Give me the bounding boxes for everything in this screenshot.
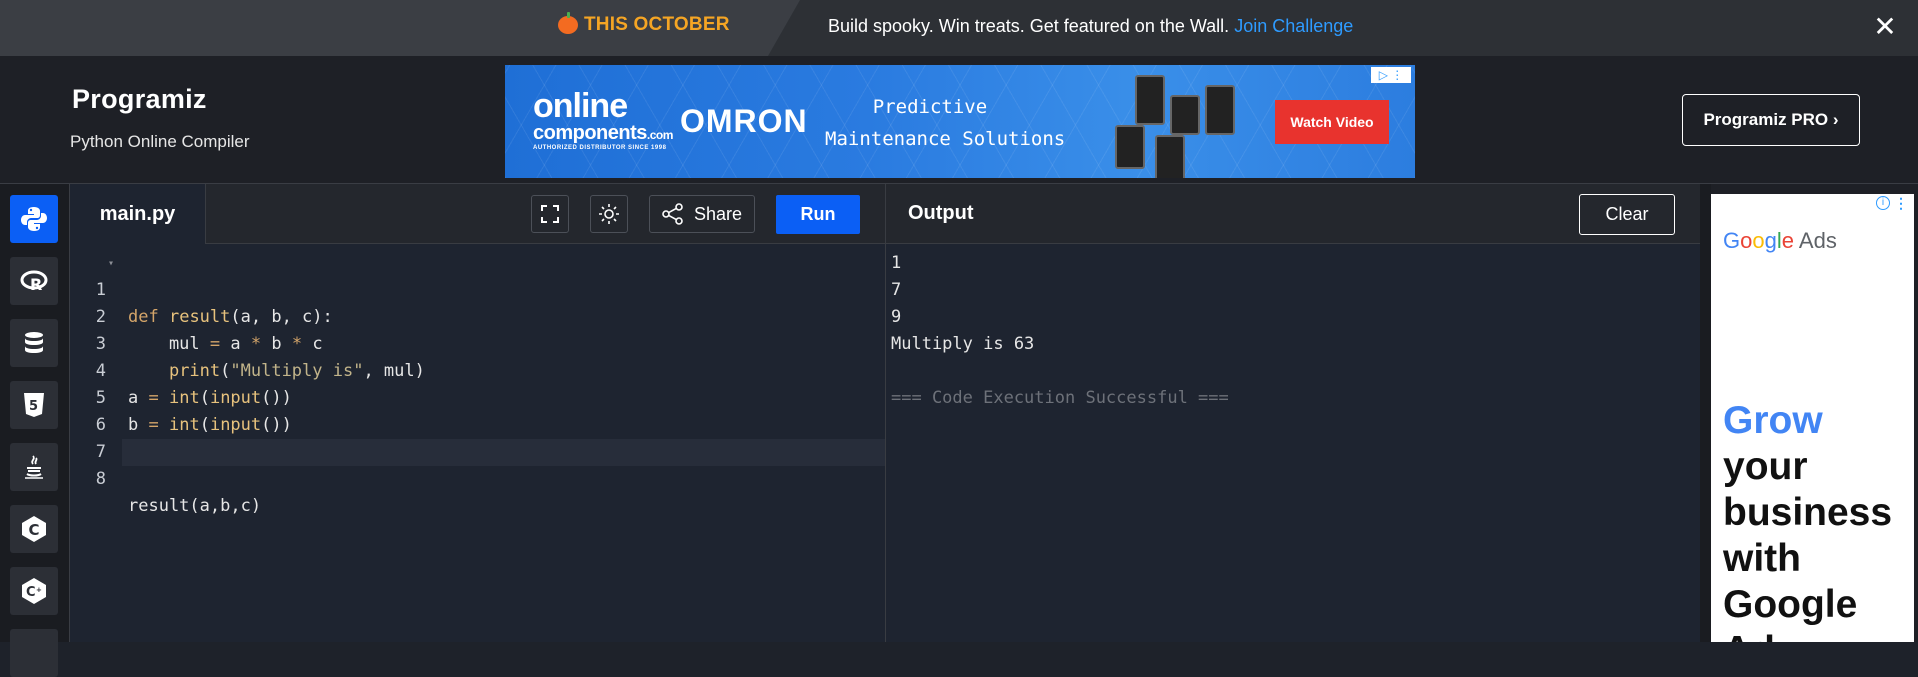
code-line: 2 mul = a * b * c bbox=[70, 277, 885, 354]
run-button[interactable]: Run bbox=[776, 195, 860, 234]
code-line: 7 bbox=[70, 412, 885, 462]
output-line: 1 bbox=[891, 253, 902, 273]
code-line-text: result(a,b,c) bbox=[128, 496, 262, 516]
file-tab-main[interactable]: main.py bbox=[70, 184, 206, 244]
fullscreen-button[interactable] bbox=[531, 195, 569, 233]
programiz-logo[interactable]: Programiz bbox=[72, 84, 207, 115]
join-challenge-link[interactable]: Join Challenge bbox=[1234, 16, 1353, 36]
google-ads-banner[interactable]: i ⋮ Google Ads Grow your business with G… bbox=[1711, 194, 1914, 642]
clear-button[interactable]: Clear bbox=[1579, 194, 1675, 235]
language-cpp[interactable]: C + bbox=[10, 567, 58, 615]
theme-toggle-button[interactable] bbox=[590, 195, 628, 233]
watch-video-button[interactable]: Watch Video bbox=[1275, 100, 1389, 144]
ad-headline-text: Grow your business with Google Ads bbox=[1723, 399, 1893, 642]
ad-headline: Predictive Maintenance Solutions bbox=[825, 96, 1066, 150]
language-more[interactable] bbox=[10, 629, 58, 677]
pumpkin-icon bbox=[558, 12, 578, 34]
onlinecomponents-logo: online components.com AUTHORIZED DISTRIB… bbox=[533, 87, 673, 151]
output-line: Multiply is 63 bbox=[891, 334, 1035, 354]
ad-product-image bbox=[1205, 85, 1235, 135]
share-icon bbox=[662, 203, 683, 225]
ad-gutter bbox=[1700, 184, 1711, 642]
fullscreen-icon bbox=[541, 205, 559, 223]
fold-arrow-icon[interactable]: ▾ bbox=[108, 250, 114, 277]
banner-promo: THIS OCTOBER bbox=[558, 12, 730, 36]
r-icon: R bbox=[20, 270, 48, 294]
ad-product-image bbox=[1115, 125, 1145, 169]
language-python[interactable] bbox=[10, 195, 58, 243]
close-banner-button[interactable]: ✕ bbox=[1870, 12, 1900, 42]
output-title: Output bbox=[908, 202, 974, 224]
code-area[interactable]: 1 ▾ def result(a, b, c): 2 mul = a * b * … bbox=[70, 244, 885, 642]
python-icon bbox=[21, 207, 47, 231]
code-line: 3 print("Multiply is", mul) bbox=[70, 304, 885, 381]
svg-text:+: + bbox=[36, 586, 42, 594]
ad-product-image bbox=[1135, 75, 1165, 125]
editor-toolbar: main.py Share Run bbox=[70, 184, 885, 244]
svg-text:C: C bbox=[29, 521, 40, 539]
output-panel: Output Clear 1 7 9 Multiply is 63 === Co… bbox=[885, 184, 1701, 642]
side-ad-container: i ⋮ Google Ads Grow your business with G… bbox=[1711, 184, 1918, 642]
language-java[interactable] bbox=[10, 443, 58, 491]
programiz-pro-button[interactable]: Programiz PRO › bbox=[1682, 94, 1860, 146]
page-subtitle: Python Online Compiler bbox=[70, 132, 250, 151]
ad-product-image bbox=[1170, 95, 1200, 135]
announcement-banner: THIS OCTOBER Build spooky. Win treats. G… bbox=[0, 0, 1918, 56]
language-c[interactable]: C bbox=[10, 505, 58, 553]
ad-menu-icon[interactable]: ⋮ bbox=[1894, 195, 1908, 212]
banner-promo-label: THIS OCTOBER bbox=[584, 14, 730, 35]
html5-icon: 5 bbox=[24, 393, 44, 417]
output-line: 7 bbox=[891, 280, 902, 300]
output-toolbar: Output Clear bbox=[886, 184, 1701, 244]
code-line: 8 result(a,b,c) bbox=[70, 439, 885, 516]
sun-icon bbox=[599, 204, 619, 224]
site-header: Programiz Python Online Compiler online … bbox=[0, 56, 1918, 184]
code-line: 4 a = int(input()) bbox=[70, 331, 885, 408]
ad-info-icon[interactable]: i bbox=[1876, 196, 1890, 210]
banner-message: Build spooky. Win treats. Get featured o… bbox=[828, 16, 1353, 37]
omron-logo: OMRON bbox=[680, 103, 808, 139]
language-sidebar: R 5 C C + bbox=[0, 184, 70, 677]
cpp-icon: C + bbox=[22, 578, 46, 604]
language-r[interactable]: R bbox=[10, 257, 58, 305]
adchoices-icon[interactable]: ▷ ⋮ bbox=[1371, 67, 1411, 83]
banner-message-text: Build spooky. Win treats. Get featured o… bbox=[828, 16, 1230, 36]
svg-text:C: C bbox=[26, 585, 36, 600]
c-icon: C bbox=[22, 516, 46, 542]
language-sql[interactable] bbox=[10, 319, 58, 367]
output-line: 9 bbox=[891, 307, 902, 327]
svg-text:R: R bbox=[30, 275, 42, 294]
code-editor-panel: main.py Share Run 1 ▾ def result(a, b, c… bbox=[70, 184, 885, 642]
share-label: Share bbox=[693, 203, 743, 224]
google-ads-logo: Google Ads bbox=[1723, 228, 1837, 253]
ad-product-image bbox=[1155, 135, 1185, 178]
java-icon bbox=[25, 455, 43, 479]
language-html[interactable]: 5 bbox=[10, 381, 58, 429]
code-line: 5 b = int(input()) bbox=[70, 358, 885, 435]
code-line: 1 ▾ def result(a, b, c): bbox=[70, 250, 885, 327]
code-line: 6 c = int(input()) bbox=[70, 385, 885, 462]
share-button[interactable]: Share bbox=[649, 195, 755, 233]
top-ad-banner[interactable]: online components.com AUTHORIZED DISTRIB… bbox=[505, 65, 1415, 178]
execution-status: === Code Execution Successful === bbox=[891, 388, 1229, 408]
svg-text:5: 5 bbox=[29, 399, 38, 414]
line-number: 8 bbox=[95, 469, 106, 489]
database-icon bbox=[25, 332, 43, 353]
